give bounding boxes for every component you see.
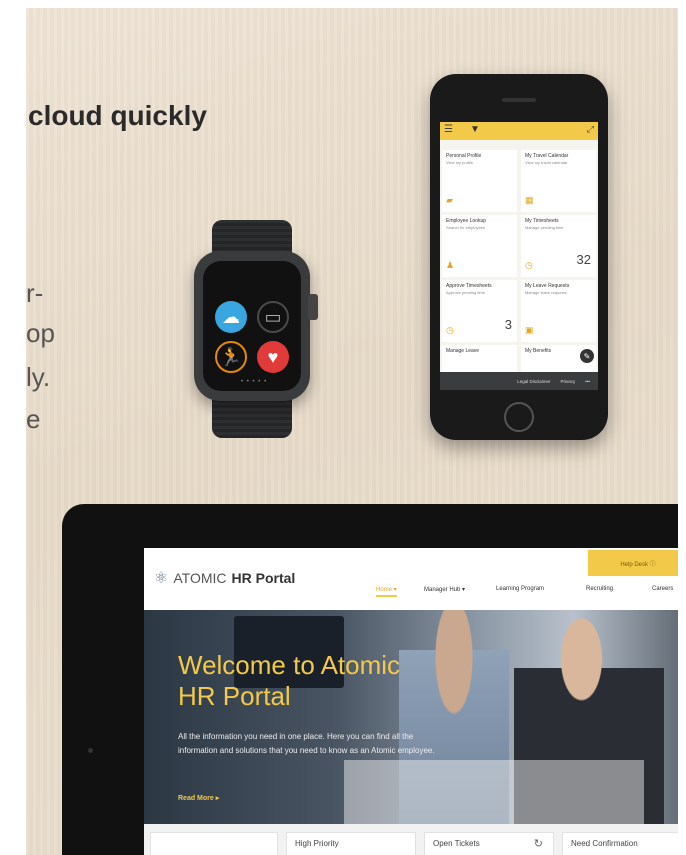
tablet: ⚛ ATOMIC HR Portal Help Desk ⓘ Home ▾ Ma… bbox=[62, 504, 678, 855]
read-more-link[interactable]: Read More ▸ bbox=[178, 794, 219, 802]
activity-icon[interactable]: 🏃 bbox=[215, 341, 247, 373]
more-icon[interactable]: ••• bbox=[585, 379, 590, 384]
phone-speaker bbox=[502, 98, 536, 102]
tile-count: 32 bbox=[576, 252, 591, 267]
portal-header: ⚛ ATOMIC HR Portal Help Desk ⓘ Home ▾ Ma… bbox=[144, 548, 678, 610]
phone-screen: ☰ ▼ ⤢ Personal Profile View my profile ▰… bbox=[440, 122, 598, 390]
suitcase-icon: ▣ bbox=[525, 325, 534, 335]
message-icon[interactable]: ▭ bbox=[257, 301, 289, 333]
nav-home[interactable]: Home ▾ bbox=[376, 586, 397, 597]
hero-text: All the information you need in one plac… bbox=[178, 732, 435, 756]
nav-recruiting[interactable]: Recruiting bbox=[586, 586, 613, 592]
hero-banner: Welcome to Atomic HR Portal All the info… bbox=[144, 610, 678, 824]
headline: cloud quickly bbox=[28, 100, 207, 131]
weather-icon[interactable]: ☁ bbox=[215, 301, 247, 333]
smartwatch: ☁ ▭ 🏃 ♥ • • • • • bbox=[194, 251, 310, 401]
tile-manage-leave[interactable]: Manage Leave bbox=[442, 345, 517, 375]
card-high-priority[interactable]: High Priority bbox=[286, 832, 416, 855]
tile-count: 3 bbox=[504, 317, 512, 332]
tablet-screen: ⚛ ATOMIC HR Portal Help Desk ⓘ Home ▾ Ma… bbox=[144, 548, 678, 855]
hero-photo-desk bbox=[344, 760, 644, 824]
tile-approve-timesheets[interactable]: Approve Timesheets Approve pending time … bbox=[442, 280, 517, 342]
home-button bbox=[504, 402, 534, 432]
page-dots: • • • • • bbox=[241, 379, 268, 385]
smartphone: ☰ ▼ ⤢ Personal Profile View my profile ▰… bbox=[430, 74, 608, 440]
cropped-text-1: r- bbox=[26, 278, 44, 308]
watch-screen: ☁ ▭ 🏃 ♥ • • • • • bbox=[203, 261, 301, 391]
footer-link-privacy[interactable]: Privacy bbox=[561, 379, 576, 384]
refresh-icon[interactable]: ↻ bbox=[534, 837, 543, 850]
tile-personal-profile[interactable]: Personal Profile View my profile ▰ bbox=[442, 150, 517, 212]
expand-icon[interactable]: ⤢ bbox=[587, 124, 594, 135]
profile-icon: ▰ bbox=[446, 195, 453, 205]
tile-leave-requests[interactable]: My Leave Requests Manage leave requests … bbox=[521, 280, 596, 342]
help-desk-button[interactable]: Help Desk ⓘ bbox=[588, 550, 678, 576]
portal-logo[interactable]: ⚛ ATOMIC HR Portal bbox=[154, 568, 295, 588]
clock-icon: ◷ bbox=[446, 325, 454, 335]
logo-icon: ▼ bbox=[470, 124, 480, 135]
summary-card[interactable] bbox=[150, 832, 278, 855]
phone-app-header: ☰ ▼ ⤢ bbox=[440, 122, 598, 140]
cropped-text-2: op bbox=[26, 318, 55, 348]
atom-icon: ⚛ bbox=[154, 570, 169, 587]
phone-footer: Legal Disclaimer Privacy ••• bbox=[440, 372, 598, 390]
tile-employee-lookup[interactable]: Employee Lookup Search for employees ♟ bbox=[442, 215, 517, 277]
cropped-text-4: e bbox=[26, 404, 41, 434]
watch-crown bbox=[308, 294, 318, 320]
tablet-camera bbox=[88, 748, 93, 753]
calendar-icon: ▦ bbox=[525, 195, 534, 205]
tile-my-timesheets[interactable]: My Timesheets Manage pending time ◷ 32 bbox=[521, 215, 596, 277]
heart-icon[interactable]: ♥ bbox=[257, 341, 289, 373]
cropped-text-3: ly. bbox=[26, 362, 51, 392]
product-showcase: cloud quickly r- op ly. e ☁ ▭ 🏃 ♥ • • • … bbox=[26, 8, 678, 855]
clock-icon: ◷ bbox=[525, 260, 533, 270]
nav-manager-hub[interactable]: Manager Hub ▾ bbox=[424, 586, 465, 593]
nav-careers[interactable]: Careers bbox=[652, 586, 673, 592]
person-icon: ♟ bbox=[446, 260, 455, 270]
menu-icon[interactable]: ☰ bbox=[444, 124, 453, 135]
summary-cards: High Priority Open Tickets ↻ Need Confir… bbox=[144, 824, 678, 855]
hero-title: Welcome to Atomic HR Portal bbox=[178, 650, 401, 711]
card-need-confirmation[interactable]: Need Confirmation bbox=[562, 832, 678, 855]
nav-learning-program[interactable]: Learning Program bbox=[496, 586, 544, 592]
edit-icon[interactable]: ✎ bbox=[580, 349, 594, 363]
footer-link-legal[interactable]: Legal Disclaimer bbox=[517, 379, 550, 384]
tile-travel-calendar[interactable]: My Travel Calendar View my travel calend… bbox=[521, 150, 596, 212]
card-open-tickets[interactable]: Open Tickets ↻ bbox=[424, 832, 554, 855]
